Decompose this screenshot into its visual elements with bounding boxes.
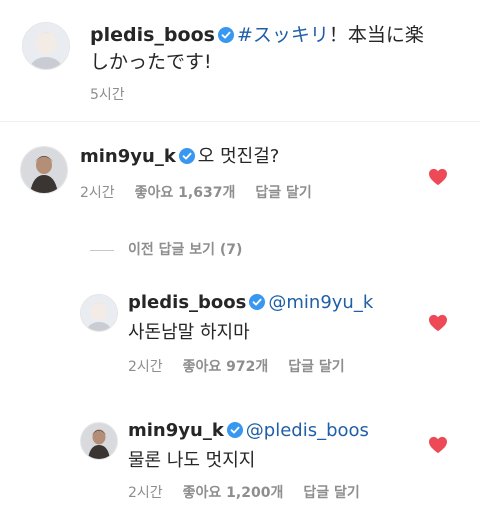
instagram-comments-screen: pledis_boos #スッキリ！本当に楽しかったです! 5시간 min9yu_… bbox=[0, 0, 480, 518]
avatar[interactable] bbox=[80, 422, 118, 460]
view-previous-replies-button[interactable]: 이전 답글 보기 (7) bbox=[90, 239, 242, 259]
post-caption: pledis_boos #スッキリ！本当に楽しかったです! 5시간 bbox=[22, 18, 462, 128]
reply-meta: 2시간 좋아요 1,200개 답글 달기 bbox=[128, 482, 380, 502]
reply-likes[interactable]: 좋아요 972개 bbox=[183, 359, 269, 375]
avatar[interactable] bbox=[22, 22, 70, 70]
reply: pledis_boos @min9yu_k 사돈남말 하지마 2시간 좋아요 972… bbox=[80, 290, 460, 380]
reply-username[interactable]: min9yu_k bbox=[128, 420, 224, 441]
caption-text: pledis_boos #スッキリ！本当に楽しかったです! bbox=[90, 22, 440, 76]
reply-header: min9yu_k @pledis_boos bbox=[128, 418, 369, 444]
reply-mention[interactable]: @min9yu_k bbox=[268, 292, 373, 313]
heart-filled-icon[interactable] bbox=[428, 314, 448, 332]
view-previous-replies-label: 이전 답글 보기 (7) bbox=[128, 242, 243, 258]
verified-badge-icon bbox=[226, 422, 243, 438]
comment-body: 오 멋진걸? bbox=[197, 146, 280, 167]
comment-text: min9yu_k 오 멋진걸? bbox=[80, 144, 279, 170]
verified-badge-icon bbox=[217, 27, 234, 43]
reply-body: 사돈남말 하지마 bbox=[128, 322, 250, 343]
verified-badge-icon bbox=[249, 294, 266, 310]
reply-timestamp: 2시간 bbox=[128, 485, 163, 501]
reply-header: pledis_boos @min9yu_k bbox=[128, 290, 373, 316]
reply-timestamp: 2시간 bbox=[128, 359, 163, 375]
verified-badge-icon bbox=[178, 148, 195, 164]
avatar[interactable] bbox=[80, 294, 118, 332]
heart-filled-icon[interactable] bbox=[428, 436, 448, 454]
divider bbox=[0, 121, 480, 122]
comment-username[interactable]: min9yu_k bbox=[80, 146, 176, 167]
reply-likes[interactable]: 좋아요 1,200개 bbox=[183, 485, 284, 501]
reply-username[interactable]: pledis_boos bbox=[128, 292, 246, 313]
heart-filled-icon[interactable] bbox=[428, 168, 448, 186]
reply-meta: 2시간 좋아요 972개 답글 달기 bbox=[128, 356, 365, 376]
comment-meta: 2시간 좋아요 1,637개 답글 달기 bbox=[80, 182, 332, 202]
caption-hashtag[interactable]: #スッキリ bbox=[237, 24, 329, 46]
reply: min9yu_k @pledis_boos 물론 나도 멋지지 2시간 좋아요 1,… bbox=[80, 418, 460, 508]
reply-mention[interactable]: @pledis_boos bbox=[246, 420, 369, 441]
caption-timestamp: 5시간 bbox=[90, 87, 125, 103]
comment: min9yu_k 오 멋진걸? 2시간 좋아요 1,637개 답글 달기 bbox=[20, 142, 460, 212]
divider bbox=[90, 249, 114, 251]
reply-body: 물론 나도 멋지지 bbox=[128, 450, 256, 471]
avatar[interactable] bbox=[20, 146, 68, 194]
reply-button[interactable]: 답글 달기 bbox=[255, 185, 311, 201]
reply-button[interactable]: 답글 달기 bbox=[288, 359, 344, 375]
reply-button[interactable]: 답글 달기 bbox=[303, 485, 359, 501]
caption-username[interactable]: pledis_boos bbox=[90, 24, 215, 46]
comment-timestamp: 2시간 bbox=[80, 185, 115, 201]
comment-likes[interactable]: 좋아요 1,637개 bbox=[135, 185, 236, 201]
